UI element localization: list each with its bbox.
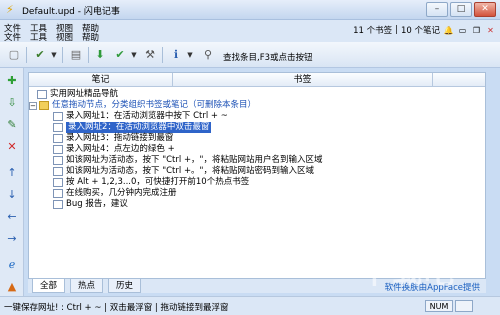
status-text: 一键保存网址! : Ctrl + ~ | 双击最浮窗 | 拖动链接到最浮窗 xyxy=(4,303,229,313)
page-icon xyxy=(53,178,63,187)
close-small-icon[interactable]: ✕ xyxy=(485,25,496,36)
page-icon xyxy=(53,200,63,209)
toolbar: ▢ ✔ ▼ ▤ ⬇ ✔ ▼ ⚒ ℹ ▼ ⚲ 查找条目,F3或点击按钮 xyxy=(0,42,500,68)
minimize-to-tray-icon[interactable]: ▭ xyxy=(457,25,468,36)
tree-item-label: 如该网址为活动态，按下 "Ctrl +，"，将粘贴网站用户名到输入区域 xyxy=(66,155,323,165)
page-icon xyxy=(53,134,63,143)
checkmark-icon[interactable]: ✔ xyxy=(112,47,128,63)
tree-item-label: 录入网址4：点左边的绿色 + xyxy=(66,144,175,154)
maximize-button[interactable]: □ xyxy=(450,2,472,17)
new-note-icon[interactable]: ▢ xyxy=(6,47,22,63)
download-arrow-icon[interactable]: ⬇ xyxy=(92,47,108,63)
chevron-down-icon[interactable]: ▼ xyxy=(130,47,138,63)
title-bar: ⚡ Default.upd - 闪电记事 – □ ✕ xyxy=(0,0,500,20)
info-icon[interactable]: ℹ xyxy=(168,47,184,63)
tree-item-label: 录入网址3：拖动链接到最窗 xyxy=(66,133,174,143)
page-icon xyxy=(53,156,63,165)
move-down-icon[interactable]: ↓ xyxy=(5,188,19,202)
status-bar: 一键保存网址! : Ctrl + ~ | 双击最浮窗 | 拖动链接到最浮窗 NU… xyxy=(0,296,500,315)
collapse-icon[interactable]: − xyxy=(29,101,37,110)
note-count: 10 个笔记 xyxy=(400,26,440,36)
num-lock-indicator: NUM xyxy=(425,300,453,312)
tree-item[interactable]: 如该网址为活动态，按下 "Ctrl +，"，将粘贴网站用户名到输入区域 xyxy=(53,155,322,166)
tool-icon[interactable]: ⚒ xyxy=(142,47,158,63)
page-icon xyxy=(53,145,63,154)
tree-item-selected[interactable]: 录入网址2：在活动浏览器中双击最窗 xyxy=(53,122,212,133)
tree-item[interactable]: 录入网址1：在活动浏览器中按下 Ctrl + ~ xyxy=(53,111,228,122)
check-edit-icon[interactable]: ✔ xyxy=(32,47,48,63)
notepad-icon[interactable]: ▤ xyxy=(68,47,84,63)
column-notes[interactable]: 笔记 xyxy=(29,73,173,87)
tree-item[interactable]: 按 Alt + 1,2,3...0，可快捷打开前10个热点书签 xyxy=(53,177,249,188)
lightning-app-icon: ⚡ xyxy=(6,3,14,16)
tree-item[interactable]: 如该网址为活动态，按下 "Ctrl +。"，将粘贴网站密码到输入区域 xyxy=(53,166,314,177)
tree-item[interactable]: 在线购买，几分钟内完成注册 xyxy=(53,188,177,199)
move-right-icon[interactable]: → xyxy=(5,232,19,246)
delete-icon[interactable]: ✕ xyxy=(5,140,19,154)
tree-item-label: 实用网址精品导航 xyxy=(50,89,119,99)
column-bookmarks[interactable]: 书签 xyxy=(173,73,433,87)
left-sidebar: ✚ ⇩ ✎ ✕ ↑ ↓ ← → ℯ ▲ xyxy=(0,68,24,302)
status-cell xyxy=(455,300,473,312)
tree-item[interactable]: 录入网址4：点左边的绿色 + xyxy=(53,144,175,155)
alert-icon[interactable]: ▲ xyxy=(5,280,19,294)
tree-item-label: 如该网址为活动态，按下 "Ctrl +。"，将粘贴网站密码到输入区域 xyxy=(66,166,314,176)
chevron-down-icon[interactable]: ▼ xyxy=(186,47,194,63)
page-icon xyxy=(53,112,63,121)
bell-icon[interactable]: 🔔 xyxy=(443,25,454,36)
minimize-button[interactable]: – xyxy=(426,2,448,17)
menu-bar: 文件 工具 视图 帮助 文件 工具 视图 帮助 11 个书签 | 10 个笔记 … xyxy=(0,20,500,43)
move-left-icon[interactable]: ← xyxy=(5,210,19,224)
toolbar-separator xyxy=(162,47,163,63)
tab-hot[interactable]: 热点 xyxy=(70,279,104,293)
toolbar-separator xyxy=(62,47,63,63)
menu-counters: 11 个书签 | 10 个笔记 🔔 ▭ ❐ ✕ xyxy=(353,24,496,36)
browser-icon[interactable]: ℯ xyxy=(5,258,19,272)
tree-folder-label: 任意拖动节点，分类组织书签或笔记（可删除本条目） xyxy=(52,100,257,110)
tree-item-label: 按 Alt + 1,2,3...0，可快捷打开前10个热点书签 xyxy=(66,177,250,187)
tree-item-label: 录入网址2：在活动浏览器中双击最窗 xyxy=(66,122,212,133)
toolbar-separator xyxy=(26,47,27,63)
bookmark-count: 11 个书签 xyxy=(353,26,393,36)
tree-folder[interactable]: − 任意拖动节点，分类组织书签或笔记（可删除本条目） xyxy=(29,100,256,111)
window-title: Default.upd - 闪电记事 xyxy=(22,7,120,17)
page-icon xyxy=(53,189,63,198)
close-button[interactable]: ✕ xyxy=(474,2,496,17)
toolbar-separator xyxy=(88,47,89,63)
search-hint: 查找条目,F3或点击按钮 xyxy=(223,53,313,63)
tab-history[interactable]: 历史 xyxy=(108,279,142,293)
tree-item-label: 在线购买，几分钟内完成注册 xyxy=(66,188,177,198)
page-icon xyxy=(53,123,63,132)
tree-item[interactable]: 实用网址精品导航 xyxy=(37,89,118,100)
import-icon[interactable]: ⇩ xyxy=(5,96,19,110)
edit-icon[interactable]: ✎ xyxy=(5,118,19,132)
window-controls: – □ ✕ xyxy=(426,2,496,17)
column-header: 笔记 书签 xyxy=(29,73,485,87)
tree-item-label: Bug 报告，建议 xyxy=(66,199,128,209)
search-icon[interactable]: ⚲ xyxy=(200,47,216,63)
move-up-icon[interactable]: ↑ xyxy=(5,166,19,180)
page-icon xyxy=(53,167,63,176)
folder-icon xyxy=(39,101,49,110)
restore-icon[interactable]: ❐ xyxy=(471,25,482,36)
tree-item-label: 录入网址1：在活动浏览器中按下 Ctrl + ~ xyxy=(66,111,228,121)
tree-item[interactable]: 录入网址3：拖动链接到最窗 xyxy=(53,133,173,144)
page-icon xyxy=(37,90,47,99)
add-icon[interactable]: ✚ xyxy=(5,74,19,88)
tab-all[interactable]: 全部 xyxy=(32,279,66,293)
chevron-down-icon[interactable]: ▼ xyxy=(50,47,58,63)
tree-item[interactable]: Bug 报告，建议 xyxy=(53,199,128,210)
watermark-logo: 下载吧 xyxy=(360,256,456,291)
